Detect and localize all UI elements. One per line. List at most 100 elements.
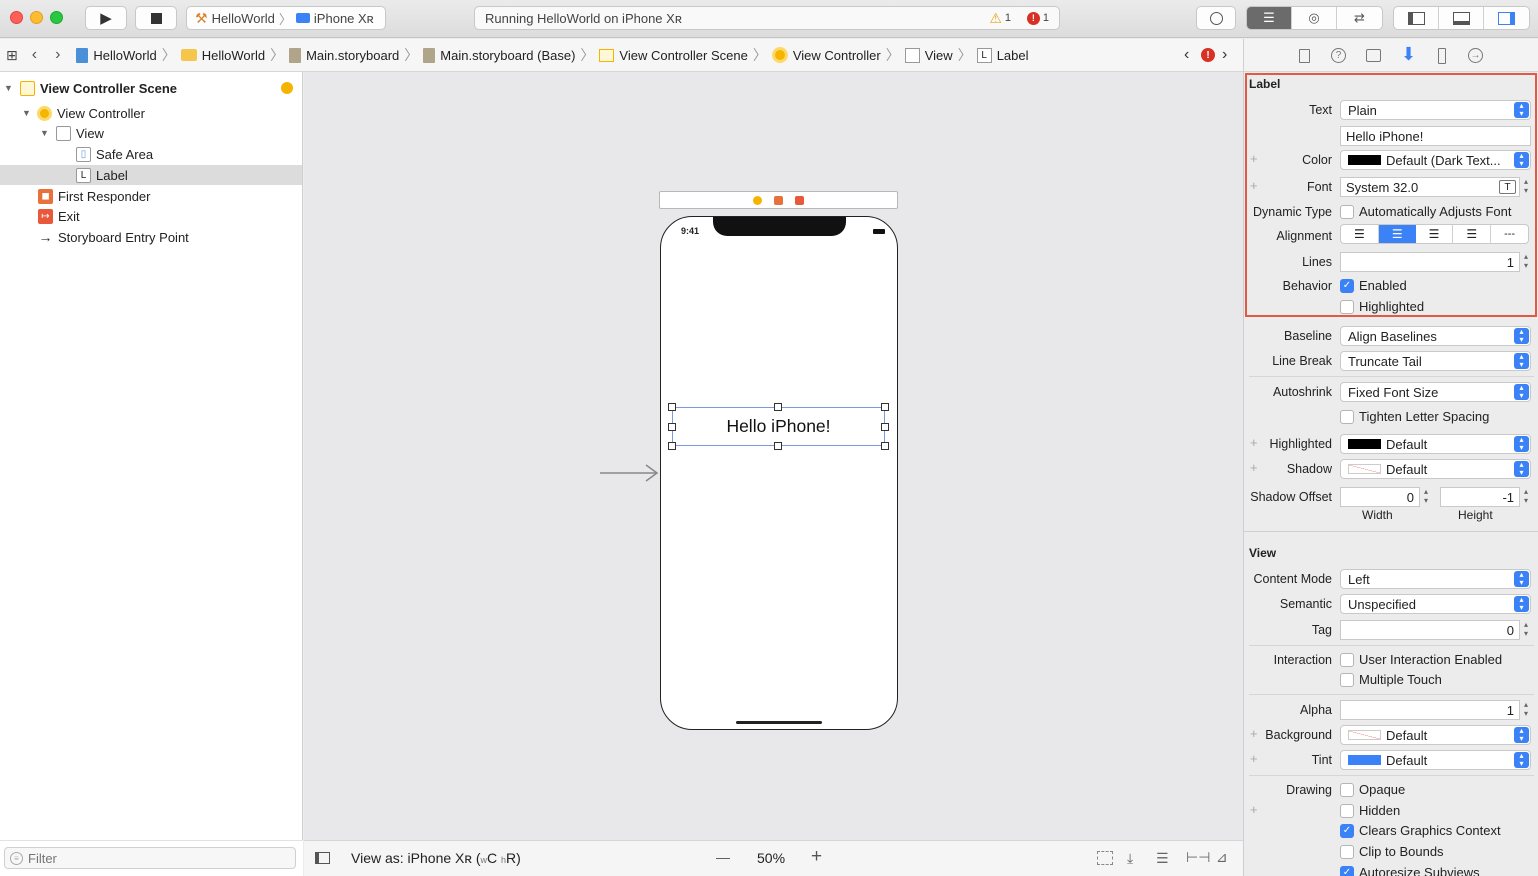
tag-field[interactable]: 0 [1340, 620, 1520, 640]
scheme-selector[interactable]: ⚒ HelloWorld 〉 iPhone Xʀ [186, 6, 386, 30]
iphone-frame[interactable]: 9:41 [660, 216, 898, 730]
align-natural-button[interactable]: --- [1491, 225, 1528, 243]
view-controller-icon[interactable] [753, 195, 762, 205]
first-responder-icon[interactable] [774, 195, 783, 205]
add-variation-button[interactable]: + [1250, 435, 1258, 450]
resize-handle[interactable] [668, 442, 676, 450]
resize-handle[interactable] [668, 403, 676, 411]
font-picker-icon[interactable]: T [1499, 180, 1516, 194]
related-items-icon[interactable]: ⊞ [6, 47, 18, 64]
clip-bounds-checkbox[interactable] [1340, 845, 1354, 859]
resize-handle[interactable] [774, 442, 782, 450]
text-color-popup[interactable]: Default (Dark Text... ▴ ▾ [1340, 150, 1531, 170]
issue-error-icon[interactable]: ! [1201, 48, 1215, 62]
zoom-out-button[interactable]: — [716, 849, 730, 865]
resize-handle[interactable] [774, 403, 782, 411]
align-right-button[interactable]: ☰ [1416, 225, 1454, 243]
size-inspector-icon[interactable] [1438, 48, 1446, 64]
zoom-window-button[interactable] [50, 11, 63, 24]
alpha-stepper[interactable]: ▴ ▾ [1521, 700, 1531, 720]
add-variation-button[interactable]: + [1250, 460, 1258, 475]
file-inspector-icon[interactable] [1299, 49, 1310, 63]
add-variation-button[interactable]: + [1250, 726, 1258, 741]
font-size-stepper[interactable]: ▴ ▾ [1521, 177, 1531, 197]
outline-item-view[interactable]: ▼ View [0, 123, 302, 143]
identity-inspector-icon[interactable] [1366, 49, 1381, 62]
disclosure-triangle-icon[interactable]: ▼ [22, 108, 32, 118]
run-button[interactable]: ▶ [85, 6, 127, 30]
outline-item-view-controller[interactable]: ▼ View Controller [0, 103, 302, 123]
debug-toggle-button[interactable] [1439, 7, 1484, 29]
zoom-in-button[interactable]: + [811, 846, 822, 868]
autoresize-checkbox[interactable]: ✓ [1340, 866, 1354, 876]
shadow-color-popup[interactable]: Default ▴ ▾ [1340, 459, 1531, 479]
view-as-button[interactable]: View as: iPhone Xʀ (wC hR) [351, 850, 521, 866]
prev-issue-button[interactable]: ‹ [1184, 46, 1189, 64]
shadow-width-stepper[interactable]: ▴ ▾ [1421, 487, 1431, 507]
text-type-popup[interactable]: Plain ▴ ▾ [1340, 100, 1531, 120]
add-variation-button[interactable]: + [1250, 751, 1258, 766]
outline-item-scene[interactable]: ▼ View Controller Scene [0, 78, 302, 98]
background-color-popup[interactable]: Default ▴ ▾ [1340, 725, 1531, 745]
shadow-width-field[interactable]: 0 [1340, 487, 1420, 507]
inspector-toggle-button[interactable] [1484, 7, 1529, 29]
tint-color-popup[interactable]: Default ▴ ▾ [1340, 750, 1531, 770]
align-icon[interactable]: ☰ [1156, 850, 1169, 867]
back-button[interactable]: ‹ [32, 46, 37, 64]
assistant-editor-button[interactable]: ◎ [1292, 7, 1337, 29]
standard-editor-button[interactable]: ☰ [1247, 7, 1292, 29]
content-mode-popup[interactable]: Left ▴ ▾ [1340, 569, 1531, 589]
crumb-view[interactable]: View [903, 47, 955, 63]
hidden-checkbox[interactable] [1340, 804, 1354, 818]
shadow-height-field[interactable]: -1 [1440, 487, 1520, 507]
filter-field[interactable]: ≡ [4, 847, 296, 869]
tag-stepper[interactable]: ▴ ▾ [1521, 620, 1531, 640]
multiple-touch-checkbox[interactable] [1340, 673, 1354, 687]
add-constraints-icon[interactable]: ⊢⊣ [1186, 849, 1210, 866]
adjusts-font-checkbox[interactable] [1340, 205, 1354, 219]
user-interaction-checkbox[interactable] [1340, 653, 1354, 667]
semantic-popup[interactable]: Unspecified ▴ ▾ [1340, 594, 1531, 614]
baseline-popup[interactable]: Align Baselines ▴ ▾ [1340, 326, 1531, 346]
outline-item-safe-area[interactable]: ▯ Safe Area [0, 144, 302, 164]
outline-item-first-responder[interactable]: ◼ First Responder [0, 186, 302, 206]
align-center-button[interactable]: ☰ [1378, 225, 1416, 243]
disclosure-triangle-icon[interactable]: ▼ [40, 128, 50, 138]
library-button[interactable] [1196, 6, 1236, 30]
close-window-button[interactable] [10, 11, 23, 24]
enabled-checkbox[interactable]: ✓ [1340, 279, 1354, 293]
resolve-issues-icon[interactable]: ⊿ [1216, 849, 1228, 866]
outline-item-exit[interactable]: ↦ Exit [0, 206, 302, 226]
add-variation-button[interactable]: + [1250, 802, 1258, 817]
forward-button[interactable]: › [55, 46, 60, 64]
outline-item-entry-point[interactable]: → Storyboard Entry Point [0, 227, 302, 247]
entry-point-arrow[interactable] [600, 462, 662, 486]
line-break-popup[interactable]: Truncate Tail ▴ ▾ [1340, 351, 1531, 371]
resize-handle[interactable] [668, 423, 676, 431]
opaque-checkbox[interactable] [1340, 783, 1354, 797]
crumb-folder[interactable]: HelloWorld [179, 48, 267, 63]
resize-handle[interactable] [881, 442, 889, 450]
warning-badge[interactable]: ⚠ 1 [989, 10, 1011, 27]
version-editor-button[interactable]: ⇄ [1337, 7, 1382, 29]
resize-handle[interactable] [881, 403, 889, 411]
shadow-height-stepper[interactable]: ▴ ▾ [1521, 487, 1531, 507]
attributes-inspector-icon[interactable]: ⬇ [1401, 44, 1416, 65]
scene-dock[interactable] [659, 191, 898, 209]
crumb-project[interactable]: HelloWorld [74, 47, 158, 63]
update-frames-icon[interactable]: ⤓ [1127, 850, 1133, 867]
outline-item-label-selected[interactable]: L Label [0, 165, 302, 185]
autoshrink-popup[interactable]: Fixed Font Size ▴ ▾ [1340, 382, 1531, 402]
resize-handle[interactable] [881, 423, 889, 431]
crumb-scene[interactable]: View Controller Scene [597, 48, 749, 63]
highlighted-checkbox[interactable] [1340, 300, 1354, 314]
help-inspector-icon[interactable]: ? [1331, 48, 1346, 63]
next-issue-button[interactable]: › [1222, 46, 1227, 64]
storyboard-canvas[interactable]: 9:41 Hello iPhone! [304, 72, 1243, 840]
add-variation-button[interactable]: + [1250, 178, 1258, 193]
crumb-storyboard[interactable]: Main.storyboard [287, 47, 401, 63]
align-left-button[interactable]: ☰ [1341, 225, 1379, 243]
stop-button[interactable] [135, 6, 177, 30]
toggle-outline-icon[interactable] [315, 852, 330, 864]
font-field[interactable]: System 32.0 T [1340, 177, 1520, 197]
